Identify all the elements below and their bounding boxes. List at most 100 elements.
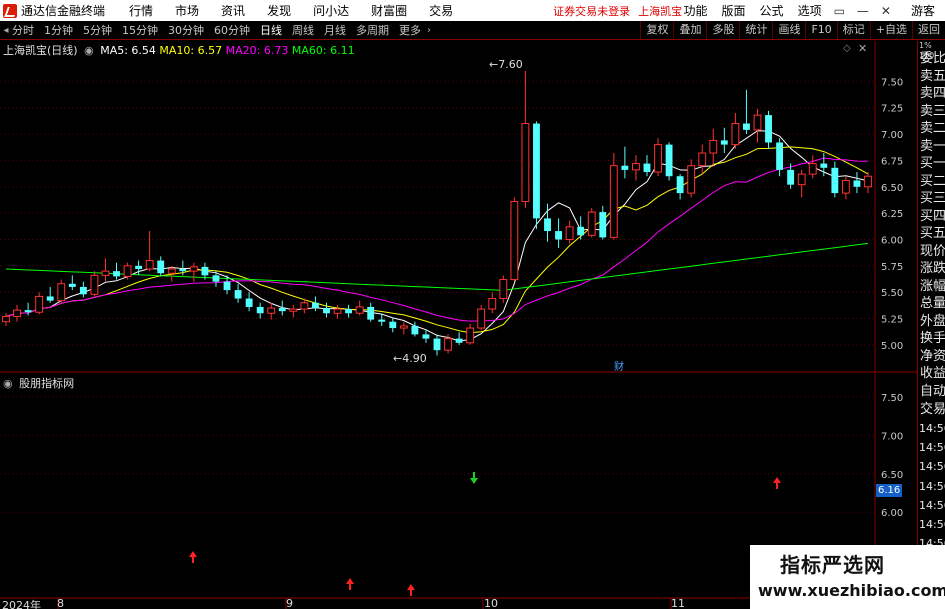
candle-body-78 (864, 175, 872, 188)
panel-label-18[interactable]: 收益 (920, 364, 945, 384)
tool-draw-line[interactable]: 画线 (772, 21, 805, 39)
candle-body-63 (698, 152, 707, 167)
watermark-url: www.xuezhibiao.com (758, 581, 945, 600)
period-weekly[interactable]: 周线 (292, 22, 314, 38)
candle-body-20 (223, 281, 231, 291)
candle-body-58 (643, 163, 651, 173)
menu-quotes[interactable]: 行情 (129, 2, 153, 19)
tool-back[interactable]: 返回 (912, 21, 945, 39)
period-toolbar: ◂ 分时 1分钟 5分钟 15分钟 30分钟 60分钟 日线 周线 月线 多周期… (0, 21, 945, 40)
app-logo-icon (3, 3, 17, 18)
candle-body-73 (808, 163, 817, 175)
x-axis-label-aug: 8 (57, 597, 64, 609)
candle-body-24 (267, 307, 276, 314)
candle-body-44 (488, 298, 497, 310)
period-monthly[interactable]: 月线 (324, 22, 346, 38)
main-chart-legend: 上海凯宝(日线) ◉ MA5: 6.54 MA10: 6.57 MA20: 6.… (3, 42, 355, 58)
guest-user[interactable]: 游客 (911, 2, 935, 19)
candle-body-19 (212, 275, 220, 282)
chart-close-icon[interactable]: ✕ (858, 42, 867, 55)
menu-discover[interactable]: 发现 (267, 2, 291, 19)
candle-body-9 (101, 270, 110, 276)
minimize-icon[interactable]: ▭ (834, 4, 845, 18)
more-chevron-icon[interactable]: › (423, 25, 435, 36)
title-bar: 通达信金融终端 行情 市场 资讯 发现 问小达 财富圈 交易 证券交易未登录 上… (0, 0, 945, 21)
candle-body-49 (544, 218, 551, 232)
panel-time-tick-1: 14:56 (919, 441, 945, 455)
candle-body-25 (278, 308, 286, 312)
tool-add-watchlist[interactable]: +自选 (869, 21, 912, 39)
candle-body-30 (333, 308, 342, 314)
candle-body-28 (312, 302, 319, 309)
buy-signal-arrow-2 (407, 584, 415, 596)
candle-body-69 (765, 115, 772, 143)
candle-body-56 (621, 165, 629, 170)
menu-ask-xiaoda[interactable]: 问小达 (313, 2, 349, 19)
candle-body-12 (135, 265, 143, 270)
candle-body-29 (323, 308, 330, 314)
buy-signal-arrow-1 (346, 578, 354, 590)
chart-settings-icon[interactable]: ◇ (843, 43, 851, 54)
period-multi[interactable]: 多周期 (356, 22, 389, 38)
tool-multi-stock[interactable]: 多股 (706, 21, 739, 39)
low-price-value: 4.90 (402, 352, 427, 365)
menu-layout[interactable]: 版面 (722, 2, 746, 19)
legend-ma5: MA5: 6.54 (100, 44, 156, 57)
candle-body-32 (355, 306, 364, 314)
period-15min[interactable]: 15分钟 (122, 22, 158, 38)
main-y-tick-8: 5.50 (881, 288, 903, 299)
candle-body-48 (533, 123, 540, 219)
candle-body-61 (676, 176, 684, 194)
menu-options[interactable]: 选项 (798, 2, 822, 19)
candle-body-76 (841, 179, 850, 194)
panel-time-tick-3: 14:56 (919, 479, 945, 493)
indicator-dropdown-icon[interactable]: ◉ (3, 377, 13, 390)
tool-mark[interactable]: 标记 (836, 21, 870, 39)
period-30min[interactable]: 30分钟 (168, 22, 204, 38)
panel-time-tick-0: 14:56 (919, 422, 945, 435)
menu-wealth-circle[interactable]: 财富圈 (371, 2, 407, 19)
candle-body-51 (565, 226, 574, 240)
main-y-tick-2: 7.00 (881, 130, 903, 141)
login-notice[interactable]: 证券交易未登录 (553, 3, 630, 19)
menu-function[interactable]: 功能 (684, 2, 708, 19)
candle-body-70 (776, 142, 784, 170)
candle-body-40 (444, 338, 452, 351)
legend-dropdown-icon[interactable]: ◉ (84, 44, 94, 57)
chart-area[interactable]: 7.50 7.25 7.00 6.75 6.50 6.25 6.00 5.75 5.50 5.25… (0, 41, 945, 609)
tool-adjust[interactable]: 复权 (640, 21, 673, 39)
toolbar-left-arrow-icon[interactable]: ◂ (0, 25, 12, 36)
candle-body-65 (720, 140, 728, 145)
menu-trade[interactable]: 交易 (429, 2, 453, 19)
menu-news[interactable]: 资讯 (221, 2, 245, 19)
period-daily[interactable]: 日线 (260, 22, 282, 38)
candle-body-66 (731, 123, 740, 146)
panel-bottom-label-0[interactable]: 自动 (920, 382, 945, 402)
minimize-window-icon[interactable]: — (857, 4, 869, 18)
candle-body-43 (477, 308, 486, 329)
x-axis-label-oct: 10 (484, 597, 498, 609)
candle-body-54 (599, 212, 607, 238)
menu-market[interactable]: 市场 (175, 2, 199, 19)
period-more[interactable]: 更多 (399, 22, 421, 38)
menu-formula[interactable]: 公式 (760, 2, 784, 19)
main-y-tick-4: 6.50 (881, 183, 903, 194)
panel-bottom-label-1[interactable]: 交易 (920, 400, 945, 420)
candle-body-31 (345, 309, 353, 314)
period-5min[interactable]: 5分钟 (83, 22, 112, 38)
candle-body-4 (46, 296, 54, 301)
kline-chart[interactable]: 7.50 7.25 7.00 6.75 6.50 6.25 6.00 5.75 5.50 5.25… (0, 41, 917, 609)
candle-body-71 (787, 169, 795, 185)
period-60min[interactable]: 60分钟 (214, 22, 250, 38)
tool-overlay[interactable]: 叠加 (673, 21, 706, 39)
tool-statistics[interactable]: 统计 (739, 21, 772, 39)
tool-f10[interactable]: F10 (805, 21, 836, 39)
finance-badge[interactable]: 财 (614, 358, 624, 373)
candle-body-47 (521, 123, 530, 203)
indicator-title: 股朋指标网 (19, 377, 75, 390)
period-intraday[interactable]: 分时 (12, 22, 34, 38)
close-icon[interactable]: ✕ (881, 4, 891, 18)
candle-body-45 (499, 279, 508, 300)
candle-body-77 (853, 180, 861, 187)
period-1min[interactable]: 1分钟 (44, 22, 73, 38)
